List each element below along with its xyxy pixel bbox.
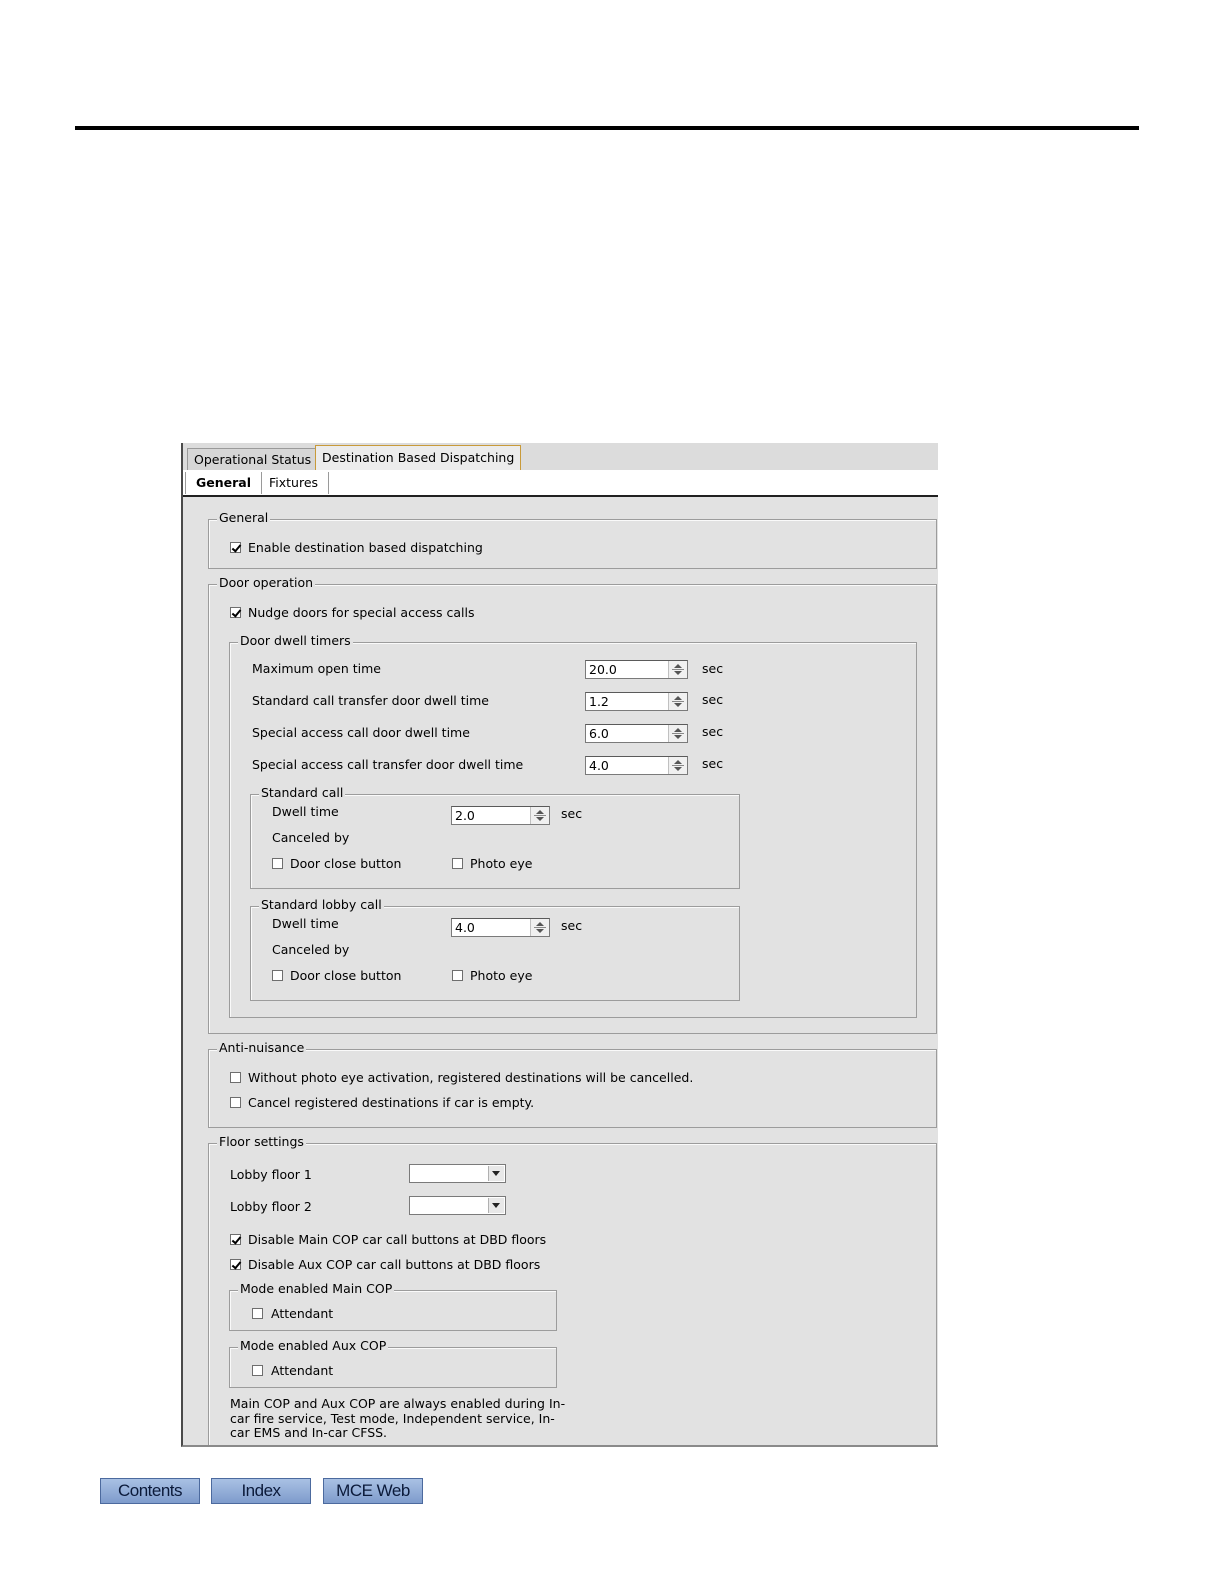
standard-call-door-close-checkbox[interactable] xyxy=(272,858,283,869)
general-group: General Enable destination based dispatc… xyxy=(208,510,937,569)
standard-call-photo-eye-checkbox[interactable] xyxy=(452,858,463,869)
note-line: car EMS and In-car CFSS. xyxy=(230,1425,388,1440)
anti-nuisance-legend: Anti-nuisance xyxy=(217,1040,307,1056)
mode-aux-cop-legend: Mode enabled Aux COP xyxy=(238,1338,389,1354)
aux-attendant-checkbox[interactable] xyxy=(252,1365,263,1376)
standard-call-unit: sec xyxy=(561,806,583,821)
enable-dbd-checkbox[interactable] xyxy=(230,542,241,553)
car-empty-cancel-checkbox[interactable] xyxy=(230,1097,241,1108)
header-rule xyxy=(75,126,1139,130)
special-access-dwell-unit: sec xyxy=(702,724,724,739)
max-open-time-unit: sec xyxy=(702,661,724,676)
subtab-fixtures[interactable]: Fixtures xyxy=(259,472,330,494)
standard-call-dwell-value: 2.0 xyxy=(455,808,475,823)
tab-operational-status[interactable]: Operational Status xyxy=(187,448,319,470)
floor-settings-group: Floor settings Lobby floor 1 Lobby floor… xyxy=(208,1134,937,1445)
standard-lobby-call-legend: Standard lobby call xyxy=(259,897,384,913)
lobby-floor-1-select[interactable] xyxy=(409,1164,506,1183)
disable-main-cop-checkbox[interactable] xyxy=(230,1234,241,1245)
spinner-buttons[interactable] xyxy=(530,919,549,936)
main-tab-strip: Operational Status Destination Based Dis… xyxy=(183,443,938,471)
spinner-buttons[interactable] xyxy=(668,693,687,710)
index-button[interactable]: Index xyxy=(211,1478,311,1504)
lobby-call-door-close-checkbox[interactable] xyxy=(272,970,283,981)
lobby-call-dwell-value: 4.0 xyxy=(455,920,475,935)
enable-dbd-label: Enable destination based dispatching xyxy=(248,540,483,555)
spinner-buttons[interactable] xyxy=(668,757,687,774)
standard-call-dwell-spinner[interactable]: 2.0 xyxy=(451,806,550,825)
note-line: Main COP and Aux COP are always enabled … xyxy=(230,1396,566,1411)
main-attendant-checkbox[interactable] xyxy=(252,1308,263,1319)
lobby-call-unit: sec xyxy=(561,918,583,933)
special-access-transfer-spinner[interactable]: 4.0 xyxy=(585,756,688,775)
std-transfer-dwell-label: Standard call transfer door dwell time xyxy=(252,693,489,708)
standard-call-door-close-label: Door close button xyxy=(290,856,402,871)
note-line: car fire service, Test mode, Independent… xyxy=(230,1410,555,1426)
special-access-transfer-unit: sec xyxy=(702,756,724,771)
special-access-dwell-spinner[interactable]: 6.0 xyxy=(585,724,688,743)
spinner-buttons[interactable] xyxy=(668,661,687,678)
door-dwell-timers-group: Door dwell timers Maximum open time 20.0… xyxy=(229,633,917,1018)
special-access-transfer-label: Special access call transfer door dwell … xyxy=(252,757,524,772)
photo-eye-cancel-label: Without photo eye activation, registered… xyxy=(248,1070,694,1085)
nudge-doors-label: Nudge doors for special access calls xyxy=(248,605,475,620)
standard-call-canceled-by: Canceled by xyxy=(272,830,350,845)
general-group-legend: General xyxy=(217,510,271,526)
floor-settings-legend: Floor settings xyxy=(217,1134,306,1150)
std-transfer-dwell-spinner[interactable]: 1.2 xyxy=(585,692,688,711)
mce-web-button[interactable]: MCE Web xyxy=(323,1478,423,1504)
chevron-down-icon[interactable] xyxy=(488,1166,504,1181)
subtab-general[interactable]: General xyxy=(185,472,262,494)
lobby-floor-2-select[interactable] xyxy=(409,1196,506,1215)
lobby-call-canceled-by: Canceled by xyxy=(272,942,350,957)
contents-button[interactable]: Contents xyxy=(100,1478,200,1504)
lobby-call-dwell-label: Dwell time xyxy=(272,916,339,931)
std-transfer-dwell-unit: sec xyxy=(702,692,724,707)
lobby-call-photo-eye-label: Photo eye xyxy=(470,968,533,983)
aux-attendant-label: Attendant xyxy=(271,1363,334,1378)
anti-nuisance-group: Anti-nuisance Without photo eye activati… xyxy=(208,1040,937,1128)
spinner-buttons[interactable] xyxy=(668,725,687,742)
door-operation-legend: Door operation xyxy=(217,575,316,591)
lobby-floor-2-label: Lobby floor 2 xyxy=(230,1199,312,1214)
special-access-transfer-value: 4.0 xyxy=(589,758,609,773)
mode-main-cop-legend: Mode enabled Main COP xyxy=(238,1281,395,1297)
spinner-buttons[interactable] xyxy=(530,807,549,824)
sub-tab-strip: General Fixtures xyxy=(183,470,938,497)
max-open-time-spinner[interactable]: 20.0 xyxy=(585,660,688,679)
standard-call-photo-eye-label: Photo eye xyxy=(470,856,533,871)
door-dwell-timers-legend: Door dwell timers xyxy=(238,633,353,649)
standard-call-dwell-label: Dwell time xyxy=(272,804,339,819)
lobby-call-photo-eye-checkbox[interactable] xyxy=(452,970,463,981)
door-operation-group: Door operation Nudge doors for special a… xyxy=(208,575,937,1034)
mode-aux-cop-group: Mode enabled Aux COP Attendant xyxy=(229,1338,557,1388)
standard-call-group: Standard call Dwell time 2.0 sec Cancele… xyxy=(250,785,740,889)
lobby-floor-1-label: Lobby floor 1 xyxy=(230,1167,312,1182)
lobby-call-dwell-spinner[interactable]: 4.0 xyxy=(451,918,550,937)
std-transfer-dwell-value: 1.2 xyxy=(589,694,609,709)
car-empty-cancel-label: Cancel registered destinations if car is… xyxy=(248,1095,535,1110)
special-access-dwell-label: Special access call door dwell time xyxy=(252,725,470,740)
standard-call-legend: Standard call xyxy=(259,785,346,801)
standard-lobby-call-group: Standard lobby call Dwell time 4.0 sec C… xyxy=(250,897,740,1001)
photo-eye-cancel-checkbox[interactable] xyxy=(230,1072,241,1083)
chevron-down-icon[interactable] xyxy=(488,1198,504,1213)
lobby-call-door-close-label: Door close button xyxy=(290,968,402,983)
special-access-dwell-value: 6.0 xyxy=(589,726,609,741)
disable-main-cop-label: Disable Main COP car call buttons at DBD… xyxy=(248,1232,547,1247)
dbd-settings-window: Operational Status Destination Based Dis… xyxy=(181,443,938,1447)
cop-always-enabled-note: Main COP and Aux COP are always enabled … xyxy=(230,1396,570,1441)
max-open-time-label: Maximum open time xyxy=(252,661,381,676)
tab-destination-based-dispatching[interactable]: Destination Based Dispatching xyxy=(315,445,522,470)
mode-main-cop-group: Mode enabled Main COP Attendant xyxy=(229,1281,557,1331)
max-open-time-value: 20.0 xyxy=(589,662,617,677)
nudge-doors-checkbox[interactable] xyxy=(230,607,241,618)
main-attendant-label: Attendant xyxy=(271,1306,334,1321)
disable-aux-cop-label: Disable Aux COP car call buttons at DBD … xyxy=(248,1257,541,1272)
disable-aux-cop-checkbox[interactable] xyxy=(230,1259,241,1270)
